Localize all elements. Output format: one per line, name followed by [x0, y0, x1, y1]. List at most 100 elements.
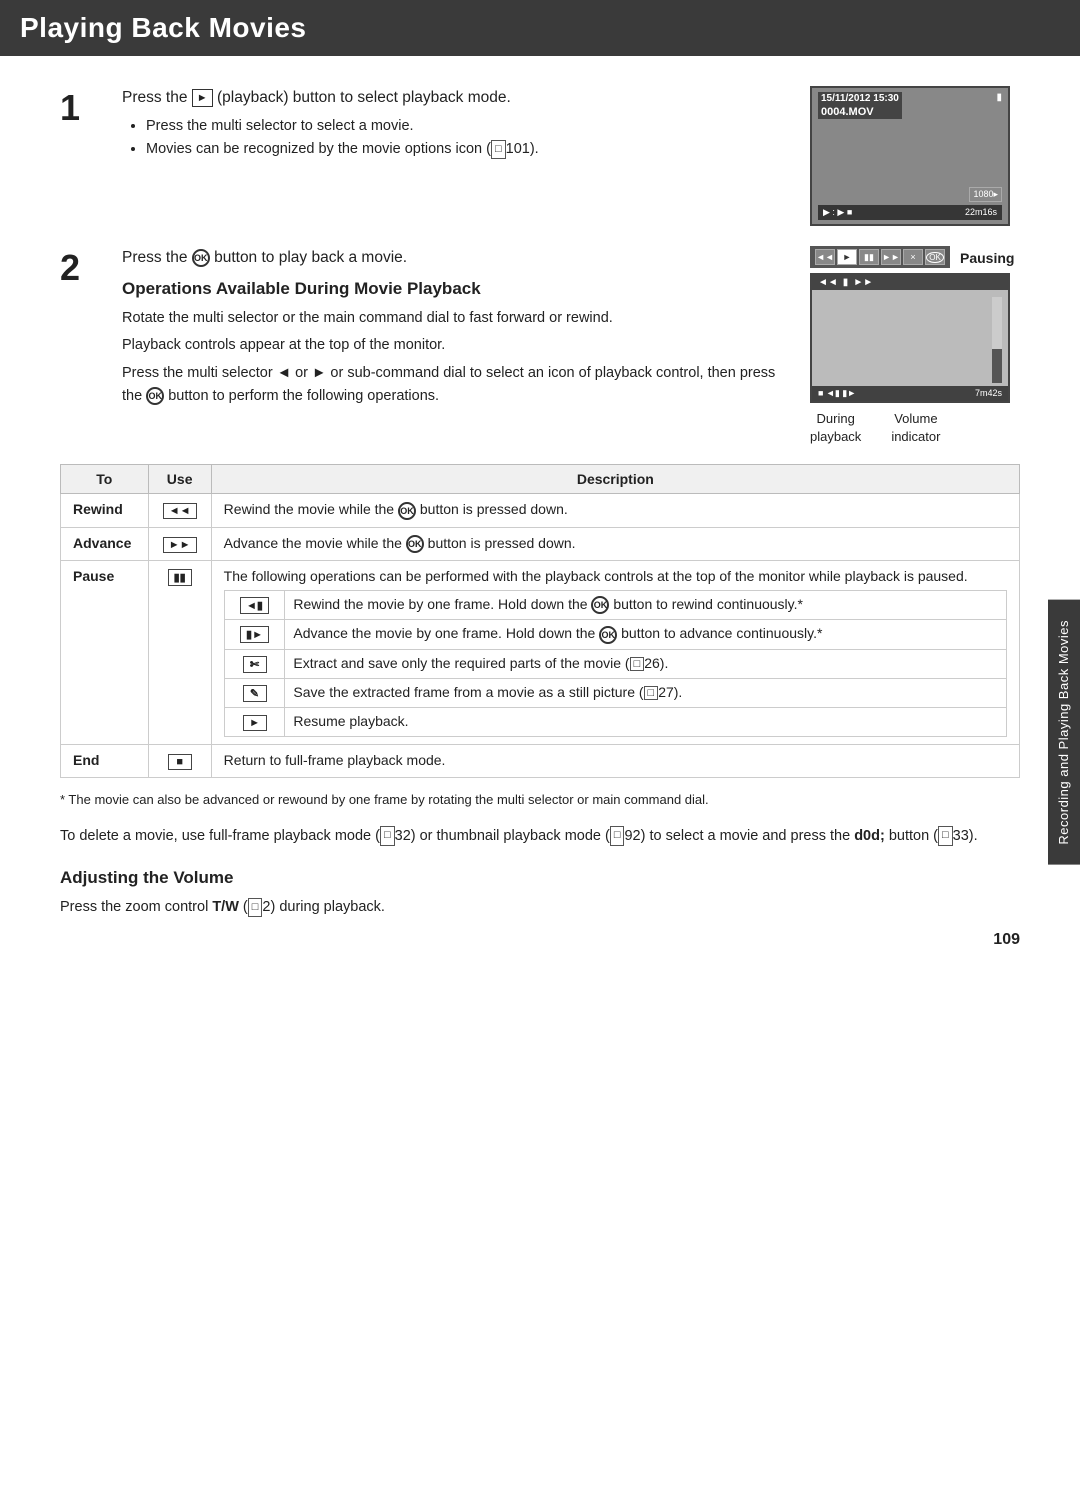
ops-para1: Rotate the multi selector or the main co…: [122, 307, 780, 330]
cam1-battery-icon: ▮: [996, 92, 1002, 103]
ok-button-icon: OK: [192, 249, 210, 267]
ok-icon-inline: OK: [146, 387, 164, 405]
row-advance-use: ►►: [148, 527, 211, 560]
pausing-label-text: Pausing: [960, 250, 1014, 266]
cam1-top: 15/11/2012 15:30 0004.MOV ▮: [818, 92, 1002, 119]
book-ref-2: □: [248, 898, 263, 918]
cam2-top-bar: ◄◄ ▮ ►►: [812, 275, 1008, 290]
row-advance-to: Advance: [61, 527, 149, 560]
ok-icon-sub2: OK: [599, 626, 617, 644]
pause-icon: ▮▮: [168, 569, 192, 586]
table-row-end: End ■ Return to full-frame playback mode…: [61, 744, 1020, 777]
pausing-top-icons-bar: ◄◄ ► ▮▮ ►► × OK: [810, 246, 950, 268]
book-ref-26: □: [630, 657, 645, 671]
sub-desc-rew-frame: Rewind the movie by one frame. Hold down…: [285, 590, 1007, 619]
pausing-screens: ◄◄ ► ▮▮ ►► × OK Pausing ◄◄ ▮: [810, 246, 1014, 446]
ok-icon-advance: OK: [406, 535, 424, 553]
cam1-bottom-left: ▶ : ▶ ■: [823, 207, 852, 218]
cam1-bottom-right: 22m16s: [965, 207, 997, 218]
volume-bar: [992, 297, 1002, 383]
sidebar-tab: Recording and Playing Back Movies: [1048, 600, 1080, 865]
sub-desc-save-frame: Save the extracted frame from a movie as…: [285, 678, 1007, 707]
sub-desc-adv-frame: Advance the movie by one frame. Hold dow…: [285, 620, 1007, 649]
sub-desc-resume: Resume playback.: [285, 707, 1007, 736]
label-volume-indicator: Volumeindicator: [891, 410, 940, 446]
ctrl-x-icon: ×: [903, 249, 923, 265]
row-pause-to: Pause: [61, 560, 149, 744]
book-ref-33: □: [938, 826, 953, 846]
pause-main-desc: The following operations can be performe…: [224, 568, 1007, 584]
ops-para2: Playback controls appear at the top of t…: [122, 334, 780, 357]
sub-icon-rew-frame: ◄▮: [224, 590, 285, 619]
ok-icon-sub1: OK: [591, 596, 609, 614]
cam2-bottom-right: 7m42s: [975, 388, 1002, 399]
step1-bullet1: Press the multi selector to select a mov…: [146, 115, 780, 138]
sub-desc-extract: Extract and save only the required parts…: [285, 649, 1007, 678]
cam1-date: 15/11/2012 15:30 0004.MOV: [818, 92, 902, 119]
book-ref-27: □: [644, 686, 659, 700]
row-rewind-to: Rewind: [61, 494, 149, 527]
book-ref-92: □: [610, 826, 625, 846]
cam2-ctrl2: ▮: [843, 277, 849, 288]
table-row-rewind: Rewind ◄◄ Rewind the movie while the OK …: [61, 494, 1020, 527]
sub-icon-extract: ✄: [224, 649, 285, 678]
step2-content: Press the OK button to play back a movie…: [122, 246, 780, 412]
cam2-bottom-left: ■ ◄▮ ▮►: [818, 388, 856, 399]
step2-text: Press the OK button to play back a movie…: [122, 246, 780, 269]
book-ref-101: □: [491, 140, 506, 160]
row-rewind-use: ◄◄: [148, 494, 211, 527]
volume-heading: Adjusting the Volume: [60, 868, 1020, 888]
sub-row-save-frame: ✎ Save the extracted frame from a movie …: [224, 678, 1006, 707]
table-row-pause: Pause ▮▮ The following operations can be…: [61, 560, 1020, 744]
ctrl-ff-icon: ►►: [881, 249, 901, 265]
pausing-row: ◄◄ ► ▮▮ ►► × OK Pausing: [810, 246, 1014, 270]
step1-number: 1: [60, 88, 92, 128]
volume-bar-fill: [992, 349, 1002, 383]
step2-number: 2: [60, 248, 92, 288]
step1-bullet2: Movies can be recognized by the movie op…: [146, 138, 780, 161]
pause-sub-table: ◄▮ Rewind the movie by one frame. Hold d…: [224, 590, 1007, 737]
step1-text: Press the ► (playback) button to select …: [122, 86, 780, 109]
delete-btn-label: d0d;: [854, 828, 885, 844]
step1-image-area: 15/11/2012 15:30 0004.MOV ▮ 1080▸ ▶ : ▶ …: [810, 86, 1020, 226]
ctrl-stop-icon: ▮▮: [859, 249, 879, 265]
row-end-desc: Return to full-frame playback mode.: [211, 744, 1019, 777]
camera-screen2: ◄◄ ▮ ►► ■ ◄▮ ▮► 7m42s: [810, 273, 1010, 403]
row-pause-use: ▮▮: [148, 560, 211, 744]
col-header-to: To: [61, 465, 149, 494]
sub-row-extract: ✄ Extract and save only the required par…: [224, 649, 1006, 678]
step1-content: Press the ► (playback) button to select …: [122, 86, 780, 162]
row-advance-desc: Advance the movie while the OK button is…: [211, 527, 1019, 560]
playback-button-icon: ►: [192, 89, 213, 108]
advance-icon: ►►: [163, 537, 197, 553]
step2-row: 2 Press the OK button to play back a mov…: [60, 246, 1020, 446]
ctrl-play-icon: ►: [837, 249, 857, 265]
cam2-ctrl3: ►►: [853, 277, 873, 288]
operations-table: To Use Description Rewind ◄◄ Rewind the …: [60, 464, 1020, 777]
page-number: 109: [993, 931, 1020, 949]
col-header-description: Description: [211, 465, 1019, 494]
row-rewind-desc: Rewind the movie while the OK button is …: [211, 494, 1019, 527]
step1-bullets: Press the multi selector to select a mov…: [140, 115, 780, 161]
table-header-row: To Use Description: [61, 465, 1020, 494]
cam2-ctrl1: ◄◄: [818, 277, 838, 288]
sub-row-resume: ► Resume playback.: [224, 707, 1006, 736]
sub-icon-save-frame: ✎: [224, 678, 285, 707]
end-icon: ■: [168, 754, 192, 770]
cam1-bottom-bar: ▶ : ▶ ■ 22m16s: [818, 205, 1002, 220]
image-labels: Duringplayback Volumeindicator: [810, 410, 1014, 446]
title-bar: Playing Back Movies: [0, 0, 1080, 56]
sub-row-adv-frame: ▮► Advance the movie by one frame. Hold …: [224, 620, 1006, 649]
camera-screen1: 15/11/2012 15:30 0004.MOV ▮ 1080▸ ▶ : ▶ …: [810, 86, 1010, 226]
sub-icon-adv-frame: ▮►: [224, 620, 285, 649]
ops-para3: Press the multi selector ◄ or ► or sub-c…: [122, 362, 780, 408]
table-row-advance: Advance ►► Advance the movie while the O…: [61, 527, 1020, 560]
step2-image-area: ◄◄ ► ▮▮ ►► × OK Pausing ◄◄ ▮: [810, 246, 1020, 446]
sub-icon-resume: ►: [224, 707, 285, 736]
cam1-hd-badge: 1080▸: [969, 187, 1002, 202]
row-end-use: ■: [148, 744, 211, 777]
row-end-to: End: [61, 744, 149, 777]
col-header-use: Use: [148, 465, 211, 494]
rewind-icon: ◄◄: [163, 503, 197, 519]
row-pause-desc: The following operations can be performe…: [211, 560, 1019, 744]
